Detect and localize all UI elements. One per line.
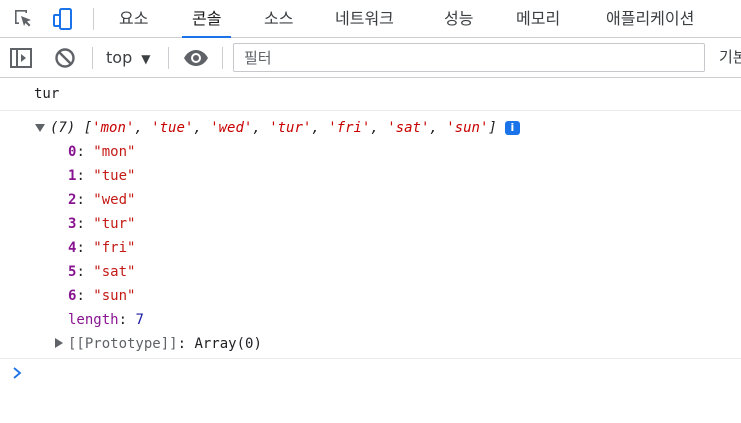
live-expression-eye-icon[interactable]: [183, 46, 208, 70]
prototype-entry[interactable]: [[Prototype]]: Array(0): [68, 332, 262, 356]
toolbar-divider: [92, 47, 93, 69]
entry-value: "sat": [93, 264, 136, 280]
entry-value: "sun": [93, 288, 136, 304]
array-entry: 4: "fri": [68, 240, 136, 256]
entry-value: "tur": [93, 216, 136, 232]
preview-item: 'sat': [387, 120, 430, 136]
preview-item: 'sun': [446, 120, 489, 136]
array-entry: 6: "sun": [68, 288, 136, 304]
length-key: length: [68, 312, 119, 328]
entry-value: "mon": [93, 144, 136, 160]
console-prompt-icon[interactable]: [11, 363, 27, 383]
preview-item: 'fri': [328, 120, 371, 136]
console-toolbar: top ▼ 기본: [0, 38, 741, 78]
entry-value: "fri": [93, 240, 136, 256]
filter-input[interactable]: [233, 43, 705, 72]
clear-console-icon[interactable]: [53, 46, 77, 70]
entry-index: 6: [68, 288, 77, 304]
tab-sources[interactable]: 소스: [264, 0, 293, 37]
tab-elements[interactable]: 요소: [119, 0, 148, 37]
context-selector[interactable]: top ▼: [106, 46, 150, 70]
array-entry: 2: "wed": [68, 192, 136, 208]
tab-performance[interactable]: 성능: [444, 0, 473, 37]
tab-console[interactable]: 콘솔: [181, 0, 233, 38]
toolbar-divider: [222, 47, 223, 69]
array-summary[interactable]: (7) ['mon', 'tue', 'wed', 'tur', 'fri', …: [50, 116, 520, 140]
preview-item: 'tur': [269, 120, 312, 136]
toolbar-divider: [168, 47, 169, 69]
expand-triangle-icon[interactable]: [35, 124, 45, 132]
dropdown-caret-icon: ▼: [141, 52, 151, 66]
entry-index: 0: [68, 144, 77, 160]
array-length-prefix: (7): [50, 120, 76, 136]
preview-item: 'wed': [210, 120, 253, 136]
array-entry: 0: "mon": [68, 144, 136, 160]
log-text: tur: [34, 86, 60, 102]
sidebar-toggle-icon[interactable]: [9, 46, 33, 70]
entry-value: "wed": [93, 192, 136, 208]
tabbar-divider: [93, 8, 94, 30]
console-divider: [0, 358, 741, 359]
array-entry: 3: "tur": [68, 216, 136, 232]
entry-index: 3: [68, 216, 77, 232]
length-value: 7: [135, 312, 144, 328]
prototype-value: Array(0): [194, 336, 262, 352]
preview-item: 'tue': [151, 120, 194, 136]
array-entry: 1: "tue": [68, 168, 136, 184]
console-message: tur: [0, 79, 741, 111]
entry-value: "tue": [93, 168, 136, 184]
entry-index: 5: [68, 264, 77, 280]
entry-index: 1: [68, 168, 77, 184]
array-length-entry: length: 7: [68, 312, 144, 328]
device-toolbar-icon[interactable]: [51, 7, 75, 31]
tab-memory[interactable]: 메모리: [516, 0, 560, 37]
entry-index: 2: [68, 192, 77, 208]
info-badge-icon[interactable]: i: [504, 121, 520, 135]
tab-network[interactable]: 네트워크: [335, 0, 394, 37]
entry-index: 4: [68, 240, 77, 256]
log-levels-dropdown[interactable]: 기본: [719, 46, 741, 67]
array-entry: 5: "sat": [68, 264, 136, 280]
context-label: top: [106, 48, 133, 67]
inspect-element-icon[interactable]: [12, 7, 36, 31]
prototype-key: [[Prototype]]: [68, 336, 178, 352]
preview-item: 'mon': [92, 120, 135, 136]
devtools-tabbar: 요소 콘솔 소스 네트워크 성능 메모리 애플리케이션: [0, 0, 741, 38]
collapse-triangle-icon[interactable]: [55, 338, 63, 348]
tab-application[interactable]: 애플리케이션: [606, 0, 694, 37]
